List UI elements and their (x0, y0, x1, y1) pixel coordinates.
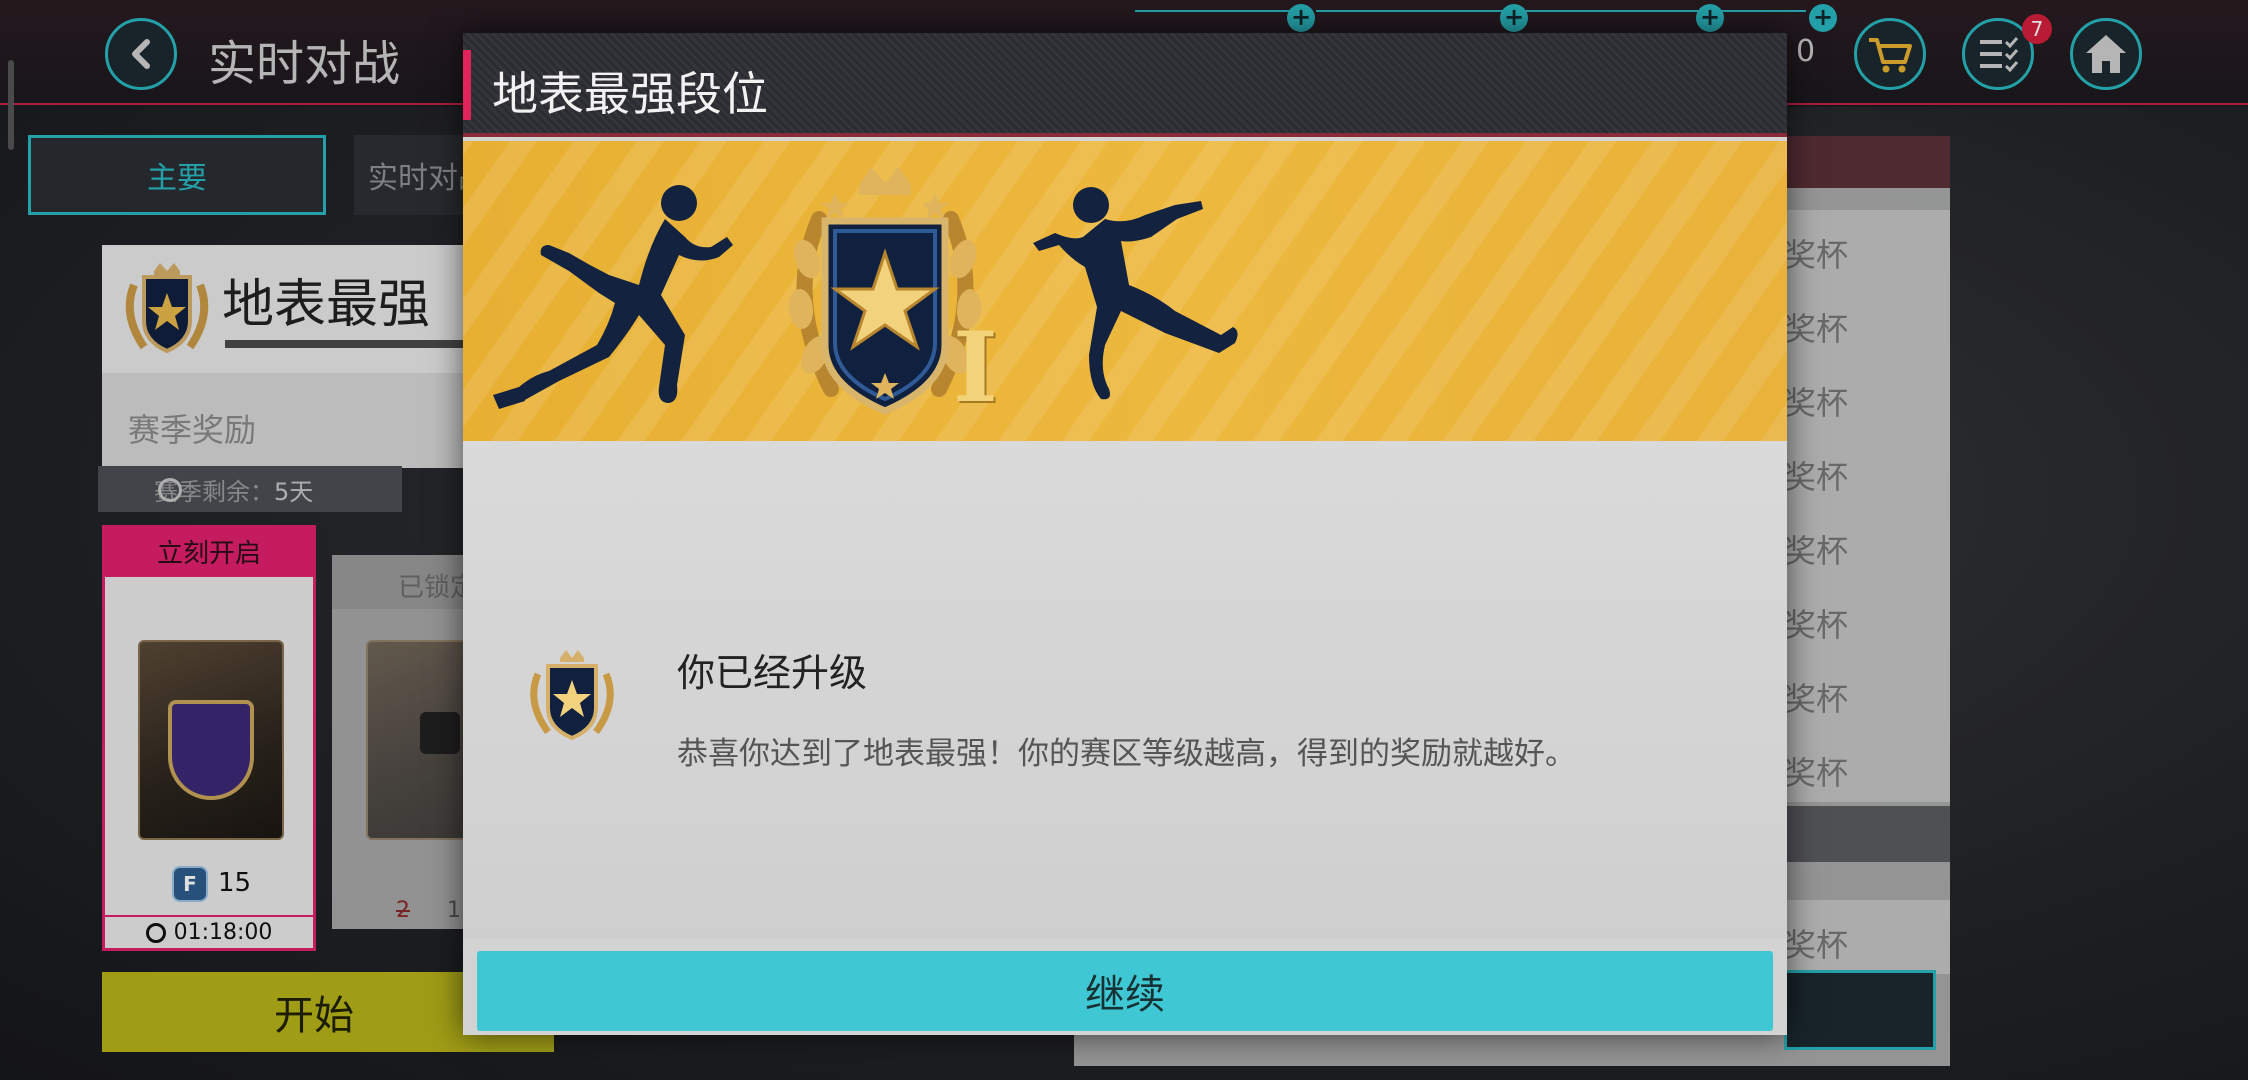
rank-shield-icon (530, 650, 614, 741)
runner-silhouette-icon (1033, 187, 1238, 400)
dialog-title: 地表最强段位 (492, 67, 768, 121)
rank-numeral: I (953, 311, 998, 424)
dialog-header-accent (463, 50, 471, 120)
rank-up-message: 恭喜你达到了地表最强！你的赛区等级越高，得到的奖励就越好。 (677, 736, 1576, 772)
rank-shield-icon (788, 167, 982, 415)
dialog-content (463, 441, 1787, 939)
rank-banner: I (463, 141, 1787, 441)
continue-button[interactable]: 继续 (477, 951, 1773, 1031)
rank-up-title: 你已经升级 (677, 651, 868, 695)
runner-silhouette-icon (493, 185, 733, 409)
